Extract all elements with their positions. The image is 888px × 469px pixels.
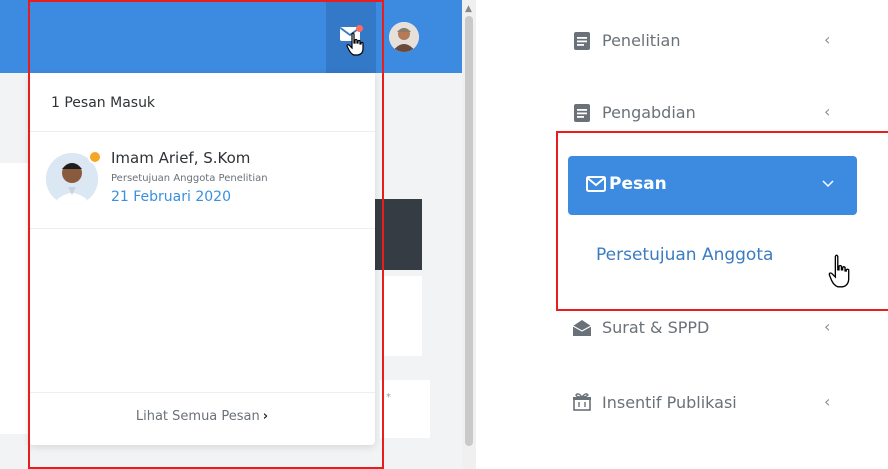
gift-box-icon: [573, 393, 591, 411]
chevron-left-icon: ‹: [824, 102, 831, 121]
scroll-up-arrow-icon[interactable]: ▲: [465, 4, 472, 14]
chevron-left-icon: ‹: [824, 317, 831, 336]
background-card: [0, 379, 30, 434]
chevron-left-icon: ‹: [824, 392, 831, 411]
chevron-left-icon: ‹: [824, 30, 831, 49]
sidebar-item-label: Pengabdian: [602, 103, 696, 122]
scrollbar[interactable]: ▲: [462, 0, 476, 469]
highlight-box: [556, 131, 888, 311]
document-icon: [574, 104, 590, 122]
background-card: [384, 276, 422, 356]
app-left-panel: * 1 Pesan Masuk Imam Arief, S.Kom Perset…: [0, 0, 462, 469]
user-avatar[interactable]: [389, 22, 419, 52]
user-photo-icon: [389, 22, 419, 52]
highlight-box: [28, 0, 384, 469]
document-icon: [574, 32, 590, 50]
background-card: *: [380, 380, 430, 438]
sidebar-item-label: Insentif Publikasi: [602, 393, 737, 412]
required-mark: *: [386, 392, 391, 403]
scroll-thumb[interactable]: [465, 16, 473, 446]
sidebar-item-label: Surat & SPPD: [602, 318, 710, 337]
open-envelope-icon: [572, 320, 592, 336]
background-card: [0, 163, 30, 383]
sidebar-item-label: Penelitian: [602, 31, 681, 50]
